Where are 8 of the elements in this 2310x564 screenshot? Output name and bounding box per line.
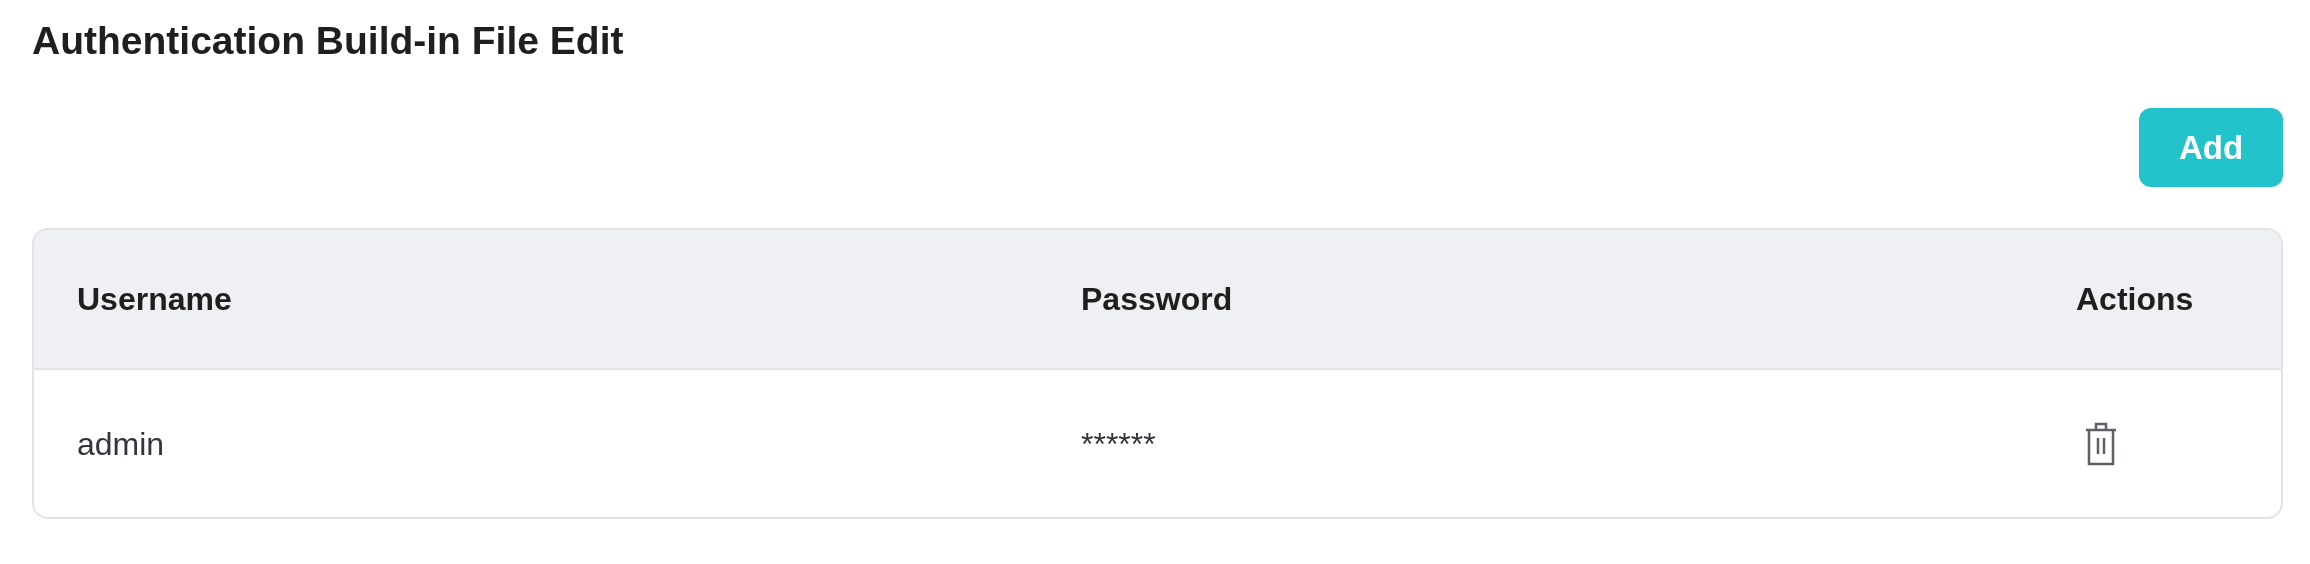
table-cell-text: ****** bbox=[1081, 424, 1156, 464]
add-button[interactable]: Add bbox=[2139, 108, 2283, 187]
column-header: Username bbox=[77, 280, 232, 319]
trash-icon[interactable] bbox=[2085, 421, 2117, 466]
page-title: Authentication Build-in File Edit bbox=[32, 18, 625, 64]
column-header: Actions bbox=[2076, 280, 2194, 319]
table-cell-text: admin bbox=[77, 424, 165, 464]
column-header: Password bbox=[1081, 280, 1233, 319]
